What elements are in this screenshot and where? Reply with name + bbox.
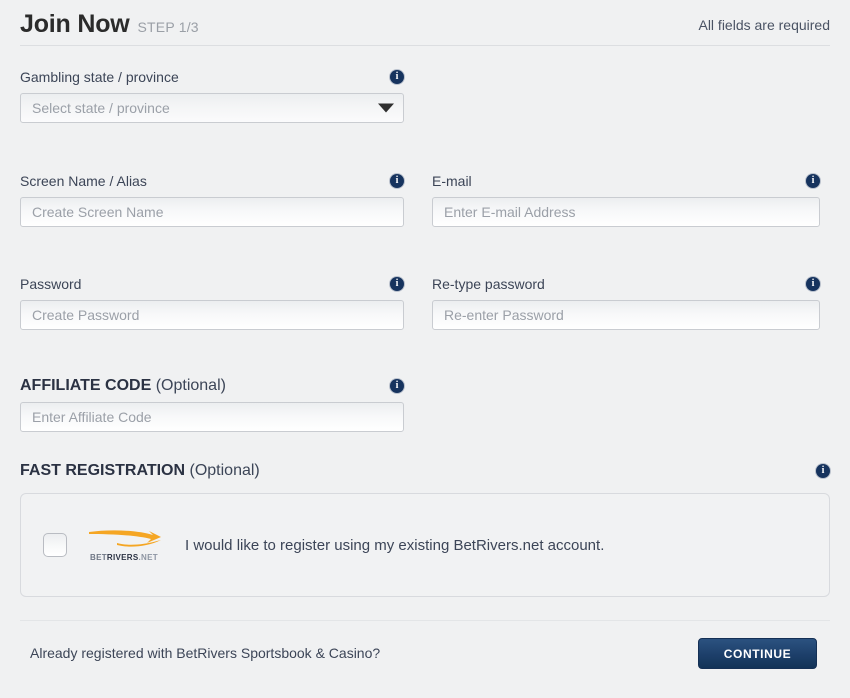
footer-divider xyxy=(20,620,830,621)
password-label: Password xyxy=(20,276,82,292)
info-icon[interactable] xyxy=(390,174,404,188)
info-icon[interactable] xyxy=(806,277,820,291)
affiliate-code-input[interactable] xyxy=(20,402,404,432)
header-title-group: Join Now STEP 1/3 xyxy=(20,12,199,37)
field-retype-password: Re-type password xyxy=(432,275,820,330)
already-registered-link[interactable]: Already registered with BetRivers Sports… xyxy=(30,645,380,661)
step-indicator: STEP 1/3 xyxy=(137,19,199,35)
email-input[interactable] xyxy=(432,197,820,227)
page-title: Join Now xyxy=(20,10,130,38)
info-icon[interactable] xyxy=(390,379,404,393)
betrivers-wordmark: BETRIVERS.NET xyxy=(90,554,158,562)
wordmark-bet: BET xyxy=(90,553,107,562)
wordmark-rivers: RIVERS xyxy=(106,553,139,562)
info-icon[interactable] xyxy=(806,174,820,188)
password-input[interactable] xyxy=(20,300,404,330)
continue-button[interactable]: CONTINUE xyxy=(698,638,817,669)
wordmark-net: .NET xyxy=(138,553,158,562)
required-fields-note: All fields are required xyxy=(698,17,830,33)
field-screen-name: Screen Name / Alias xyxy=(20,172,404,227)
header-divider xyxy=(20,45,830,46)
field-password: Password xyxy=(20,275,404,330)
screen-name-label: Screen Name / Alias xyxy=(20,173,147,189)
field-gambling-state: Gambling state / province Select state /… xyxy=(20,68,404,123)
screen-name-label-row: Screen Name / Alias xyxy=(20,172,404,190)
retype-password-input[interactable] xyxy=(432,300,820,330)
password-label-row: Password xyxy=(20,275,404,293)
info-icon[interactable] xyxy=(390,70,404,84)
betrivers-logo: BETRIVERS.NET xyxy=(87,528,171,562)
field-fast-registration-heading: FAST REGISTRATION (Optional) xyxy=(20,462,830,487)
fast-registration-label-optional: (Optional) xyxy=(185,462,260,479)
field-email: E-mail xyxy=(432,172,820,227)
field-affiliate-code: AFFILIATE CODE (Optional) xyxy=(20,377,404,432)
email-label: E-mail xyxy=(432,173,472,189)
gambling-state-label: Gambling state / province xyxy=(20,69,179,85)
screen-name-input[interactable] xyxy=(20,197,404,227)
gambling-state-label-row: Gambling state / province xyxy=(20,68,404,86)
fast-registration-panel: BETRIVERS.NET I would like to register u… xyxy=(20,493,830,597)
fast-registration-checkbox[interactable] xyxy=(43,533,67,557)
info-icon[interactable] xyxy=(390,277,404,291)
affiliate-code-label-optional: (Optional) xyxy=(151,377,226,394)
gambling-state-select-wrap: Select state / province xyxy=(20,93,404,123)
affiliate-code-label: AFFILIATE CODE (Optional) xyxy=(20,377,226,395)
fast-registration-label-main: FAST REGISTRATION xyxy=(20,462,186,479)
fast-registration-label-row: FAST REGISTRATION (Optional) xyxy=(20,462,830,480)
email-label-row: E-mail xyxy=(432,172,820,190)
page-header: Join Now STEP 1/3 All fields are require… xyxy=(20,12,830,46)
fast-registration-label: FAST REGISTRATION (Optional) xyxy=(20,462,260,480)
retype-password-label-row: Re-type password xyxy=(432,275,820,293)
betrivers-swoosh-icon xyxy=(89,530,161,547)
gambling-state-select[interactable]: Select state / province xyxy=(20,93,404,123)
join-now-registration-page: Join Now STEP 1/3 All fields are require… xyxy=(0,0,850,698)
info-icon[interactable] xyxy=(816,464,830,478)
retype-password-label: Re-type password xyxy=(432,276,545,292)
affiliate-code-label-main: AFFILIATE CODE xyxy=(20,377,152,394)
fast-registration-consent-text: I would like to register using my existi… xyxy=(185,536,605,554)
affiliate-code-label-row: AFFILIATE CODE (Optional) xyxy=(20,377,404,395)
